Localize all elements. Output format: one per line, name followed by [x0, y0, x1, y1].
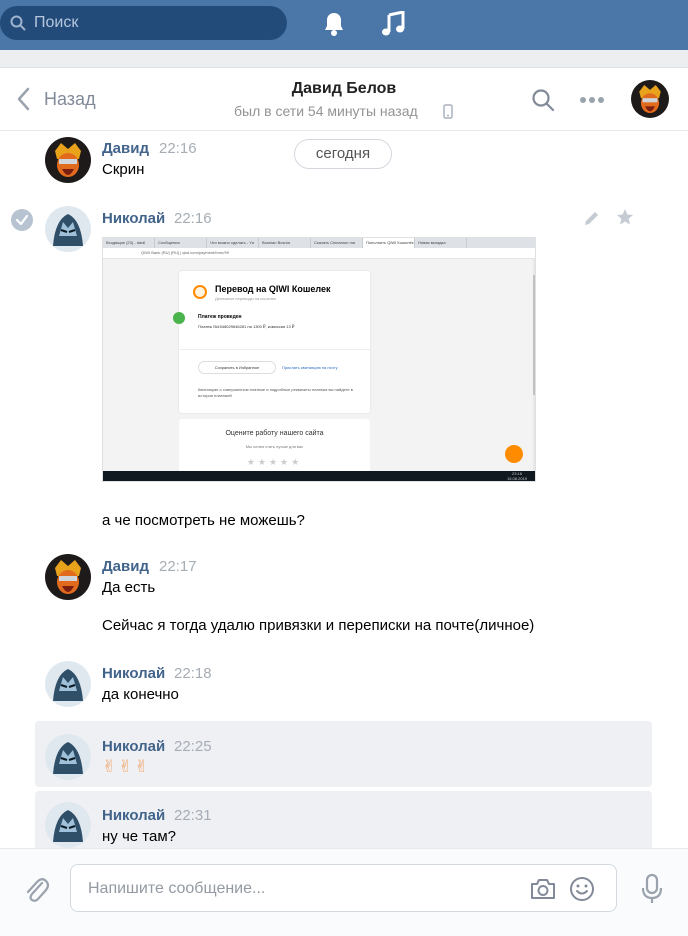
message-item[interactable]: Николай 22:31 ну че там?: [35, 791, 652, 848]
edit-icon[interactable]: [583, 209, 601, 227]
message-text: да конечно: [102, 686, 179, 703]
payment-note: Квитанцию о совершенном платеже и подроб…: [198, 387, 353, 398]
search-box[interactable]: Поиск: [0, 6, 287, 40]
message-input-placeholder: Напишите сообщение...: [88, 880, 266, 897]
selection-checkbox[interactable]: [11, 209, 33, 231]
message-time: 22:18: [174, 665, 212, 682]
mobile-phone-icon: [443, 104, 453, 119]
message-time: 22:25: [174, 738, 212, 755]
browser-tab: Сообщения: [155, 238, 207, 248]
chat-header: Назад Давид Белов был в сети 54 минуты н…: [0, 68, 688, 131]
rating-stars: ★★★★★: [246, 457, 303, 467]
message-text: ну че там?: [102, 828, 176, 845]
peer-status: был в сети 54 минуты назад: [234, 103, 418, 119]
payment-details: Платеж №1548029646281 на 1300 ₽, комисси…: [198, 324, 295, 329]
message-author[interactable]: Николай: [102, 210, 165, 227]
browser-address-bar: QIWI Bank (RU) [RU] | qiwi.com/payment/f…: [103, 248, 535, 259]
message-time: 22:17: [159, 558, 197, 575]
scrollbar: [533, 259, 535, 471]
chat-panel: Назад Давид Белов был в сети 54 минуты н…: [0, 67, 688, 936]
search-icon: [10, 15, 26, 31]
star-icon[interactable]: [616, 208, 634, 226]
message-item[interactable]: Николай 22:25 ✌✌✌: [35, 721, 652, 787]
message-author[interactable]: Давид: [102, 140, 149, 157]
message-author[interactable]: Давид: [102, 558, 149, 575]
avatar[interactable]: [631, 80, 669, 118]
payment-subtitle: Денежные переводы на кошелек: [215, 296, 276, 301]
message-emoji: ✌✌✌: [102, 757, 151, 776]
browser-tab: Скачать Cinnamon ma: [311, 238, 363, 248]
message-item[interactable]: Николай 22:16 Входящие (23) - danil Сооб…: [0, 192, 688, 547]
taskbar-clock: 23:16 15.08.2019: [507, 471, 528, 481]
avatar[interactable]: [45, 137, 91, 183]
search-placeholder: Поиск: [34, 14, 79, 31]
browser-url: QIWI Bank (RU) [RU] | qiwi.com/payment/f…: [141, 250, 229, 255]
message-author[interactable]: Николай: [102, 807, 165, 824]
save-favorite-button: Сохранить в Избранное: [198, 361, 276, 374]
message-text: а че посмотреть не можешь?: [102, 512, 305, 529]
rating-card: Оцените работу нашего сайта Мы хотим ста…: [179, 419, 370, 479]
receipt-link: Прислать квитанцию на почту: [282, 365, 338, 370]
top-nav-bar: Поиск: [0, 0, 688, 50]
message-item[interactable]: Николай 22:18 да конечно: [0, 647, 688, 717]
message-list[interactable]: сегодня Давид 22:16 Скрин Николай 22:16: [0, 132, 688, 848]
message-text: Да есть: [102, 579, 156, 596]
message-time: 22:16: [159, 140, 197, 157]
windows-taskbar: 23:16 15.08.2019: [103, 471, 535, 481]
emoji-icon[interactable]: [569, 876, 595, 902]
payment-status: Платеж проведен: [198, 314, 242, 320]
more-icon[interactable]: [579, 96, 605, 104]
avatar[interactable]: [45, 554, 91, 600]
browser-tab: Входящие (23) - danil: [103, 238, 155, 248]
browser-tab: Новая вкладка: [415, 238, 467, 248]
avatar[interactable]: [45, 734, 91, 780]
search-icon[interactable]: [531, 88, 555, 112]
avatar[interactable]: [45, 661, 91, 707]
rating-subtitle: Мы хотим стать лучше для вас: [245, 444, 304, 449]
message-author[interactable]: Николай: [102, 738, 165, 755]
attachment-image[interactable]: Входящие (23) - danil Сообщения Что можн…: [102, 237, 536, 482]
microphone-icon[interactable]: [640, 873, 664, 905]
message-text: Скрин: [102, 161, 145, 178]
qiwi-logo-icon: [193, 285, 207, 299]
divider: [179, 349, 370, 350]
check-icon: [15, 214, 29, 226]
browser-tab: Что можно сделать - Ya: [207, 238, 259, 248]
message-item[interactable]: Давид 22:16 Скрин: [0, 132, 688, 192]
avatar[interactable]: [45, 802, 91, 848]
success-icon: [173, 312, 185, 324]
message-input[interactable]: Напишите сообщение...: [70, 864, 617, 912]
attach-icon[interactable]: [23, 874, 49, 904]
message-author[interactable]: Николай: [102, 665, 165, 682]
browser-tab: Пополнить QIWI Кошелёк: [363, 238, 415, 248]
browser-tabs: Входящие (23) - danil Сообщения Что можн…: [103, 238, 535, 248]
bell-icon[interactable]: [322, 11, 346, 37]
message-text: Сейчас я тогда удалю привязки и переписк…: [102, 617, 535, 634]
browser-tab: Bosnian Bosnia: [259, 238, 311, 248]
message-composer: Напишите сообщение...: [0, 848, 688, 936]
payment-card: Перевод на QIWI Кошелек Денежные перевод…: [173, 271, 370, 413]
message-item[interactable]: Давид 22:17 Да есть Сейчас я тогда удалю…: [0, 547, 688, 647]
chat-widget-icon: [505, 445, 523, 463]
rating-title: Оцените работу нашего сайта: [225, 430, 324, 437]
camera-icon[interactable]: [529, 877, 557, 901]
message-time: 22:16: [174, 210, 212, 227]
payment-title: Перевод на QIWI Кошелек: [215, 284, 331, 294]
avatar[interactable]: [45, 206, 91, 252]
message-time: 22:31: [174, 807, 212, 824]
music-icon[interactable]: [381, 11, 405, 37]
